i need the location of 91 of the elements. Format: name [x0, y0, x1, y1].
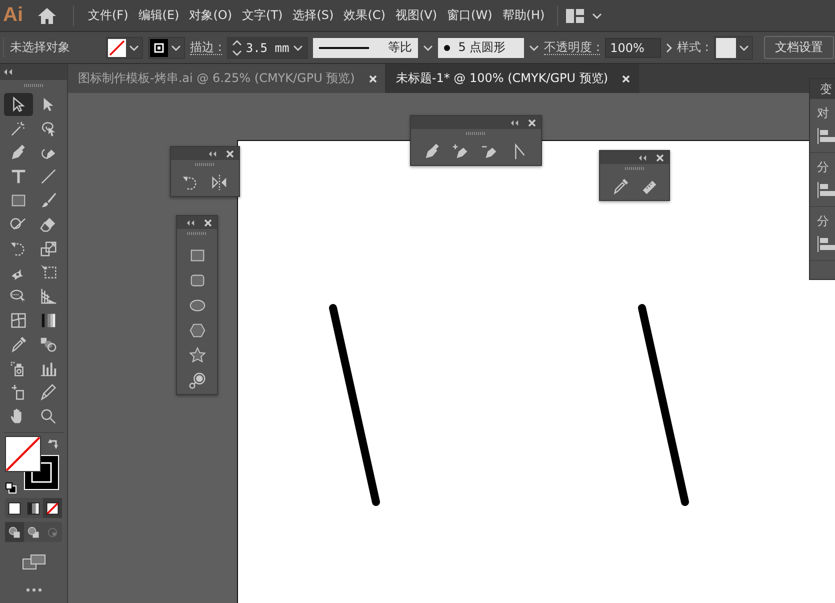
type-tool-icon: [9, 167, 28, 186]
draw-mode-icon: [26, 524, 41, 540]
eraser-icon: [39, 215, 58, 234]
grip-icon[interactable]: [24, 84, 44, 87]
stroke-label[interactable]: 描边 :: [190, 40, 222, 55]
draw-mode-icon: [7, 524, 22, 540]
grip-icon[interactable]: [466, 132, 486, 135]
collapse-icon[interactable]: [3, 69, 13, 75]
tool-button[interactable]: [4, 93, 33, 116]
section-label: 分: [817, 213, 830, 230]
close-icon[interactable]: [368, 74, 377, 82]
perspective-grid-icon: [39, 287, 58, 306]
menu-item[interactable]: 视图(V): [395, 7, 438, 24]
close-icon[interactable]: [204, 218, 212, 226]
grip-icon[interactable]: [187, 232, 207, 235]
fill-stroke-swatches-drawing[interactable]: [4, 436, 58, 490]
collapse-icon[interactable]: [208, 150, 217, 156]
fill-dropdown[interactable]: [106, 36, 143, 58]
chevron-down-icon[interactable]: [293, 44, 304, 50]
section-label: 对: [817, 105, 830, 122]
screen-mode-icon[interactable]: [22, 554, 46, 570]
menu-item[interactable]: 编辑(E): [138, 7, 180, 24]
menu-item[interactable]: 文字(T): [242, 7, 283, 24]
gradient-icon: [39, 311, 58, 330]
line-icon: [39, 167, 58, 186]
chevron-down-icon[interactable]: [592, 12, 602, 18]
close-icon[interactable]: [226, 150, 234, 158]
collapse-icon[interactable]: [638, 154, 647, 160]
none-swatch-icon: [45, 500, 60, 516]
document-setup-button[interactable]: 文档设置: [764, 36, 834, 59]
opacity-label[interactable]: 不透明度 :: [544, 40, 600, 55]
collapse-icon[interactable]: [186, 220, 195, 226]
mesh-icon: [9, 311, 28, 330]
document-tab[interactable]: 图标制作模板-烤串.ai @ 6.25% (CMYK/GPU 预览): [68, 64, 386, 93]
close-icon[interactable]: [622, 74, 630, 82]
stroke-line-icon: [319, 46, 370, 50]
chevron-down-icon: [738, 44, 749, 50]
menu-item[interactable]: 效果(C): [344, 7, 386, 24]
align-icon[interactable]: [817, 182, 835, 198]
brush-icon: [39, 191, 58, 210]
align-icon[interactable]: [817, 236, 835, 252]
app-logo: Ai: [3, 4, 23, 27]
close-icon[interactable]: [528, 118, 536, 126]
blend-icon: [39, 335, 58, 354]
style-dropdown[interactable]: [714, 36, 753, 60]
gradient-swatch-icon: [26, 500, 41, 516]
collapse-icon[interactable]: [510, 120, 519, 126]
stepper-icon[interactable]: [232, 40, 242, 56]
grip-icon[interactable]: [624, 167, 644, 170]
chevron-down-icon: [171, 44, 181, 50]
dot-icon: [444, 44, 450, 50]
align-icon[interactable]: [817, 128, 835, 144]
stroke-dropdown[interactable]: [148, 36, 185, 58]
scale-icon: [39, 239, 58, 258]
pencil-icon: [39, 383, 58, 402]
workspace-layout-icon[interactable]: [566, 8, 584, 22]
chevron-down-icon[interactable]: [423, 44, 434, 50]
swap-arrow-icon[interactable]: [48, 438, 60, 450]
no-fill-swatch-icon: [108, 38, 126, 56]
menu-item[interactable]: 窗口(W): [447, 7, 492, 24]
zoom-icon: [39, 407, 58, 426]
menu-item[interactable]: 选择(S): [292, 7, 334, 24]
selection-status: 未选择对象: [10, 39, 71, 56]
chevron-down-icon[interactable]: [529, 44, 540, 50]
chevron-down-icon: [129, 44, 139, 50]
grip-icon[interactable]: [195, 163, 215, 166]
stroke-profile-dropdown[interactable]: 等比: [313, 38, 418, 58]
reflect-icon: [210, 172, 229, 192]
menu-item[interactable]: 对象(O): [189, 7, 232, 24]
style-label: 样式 :: [677, 39, 709, 56]
color-swatch-icon: [7, 500, 22, 516]
close-icon[interactable]: [656, 154, 664, 162]
lasso-icon: [39, 119, 58, 138]
style-swatch-icon: [716, 38, 736, 58]
star-icon: [188, 346, 206, 364]
default-colors-icon[interactable]: [4, 482, 16, 494]
stroke-weight-field[interactable]: 3.5 mm: [226, 36, 308, 58]
stroke-swatch-icon: [150, 38, 168, 56]
brush-dropdown[interactable]: 5 点圆形: [438, 38, 524, 58]
opacity-field[interactable]: 100%: [605, 38, 662, 58]
color-mode-button[interactable]: [43, 498, 62, 518]
draw-mode-button[interactable]: [5, 522, 24, 542]
home-icon[interactable]: [37, 6, 57, 24]
section-label: 分: [817, 159, 830, 176]
document-tab[interactable]: 未标题-1* @ 100% (CMYK/GPU 预览): [386, 64, 640, 93]
menu-item[interactable]: 帮助(H): [502, 7, 545, 24]
flare-icon: [188, 370, 206, 390]
eyedropper-icon: [9, 335, 28, 354]
more-icon[interactable]: [26, 588, 42, 592]
menu-item[interactable]: 文件(F): [88, 7, 128, 24]
chevron-right-icon[interactable]: [666, 42, 672, 52]
